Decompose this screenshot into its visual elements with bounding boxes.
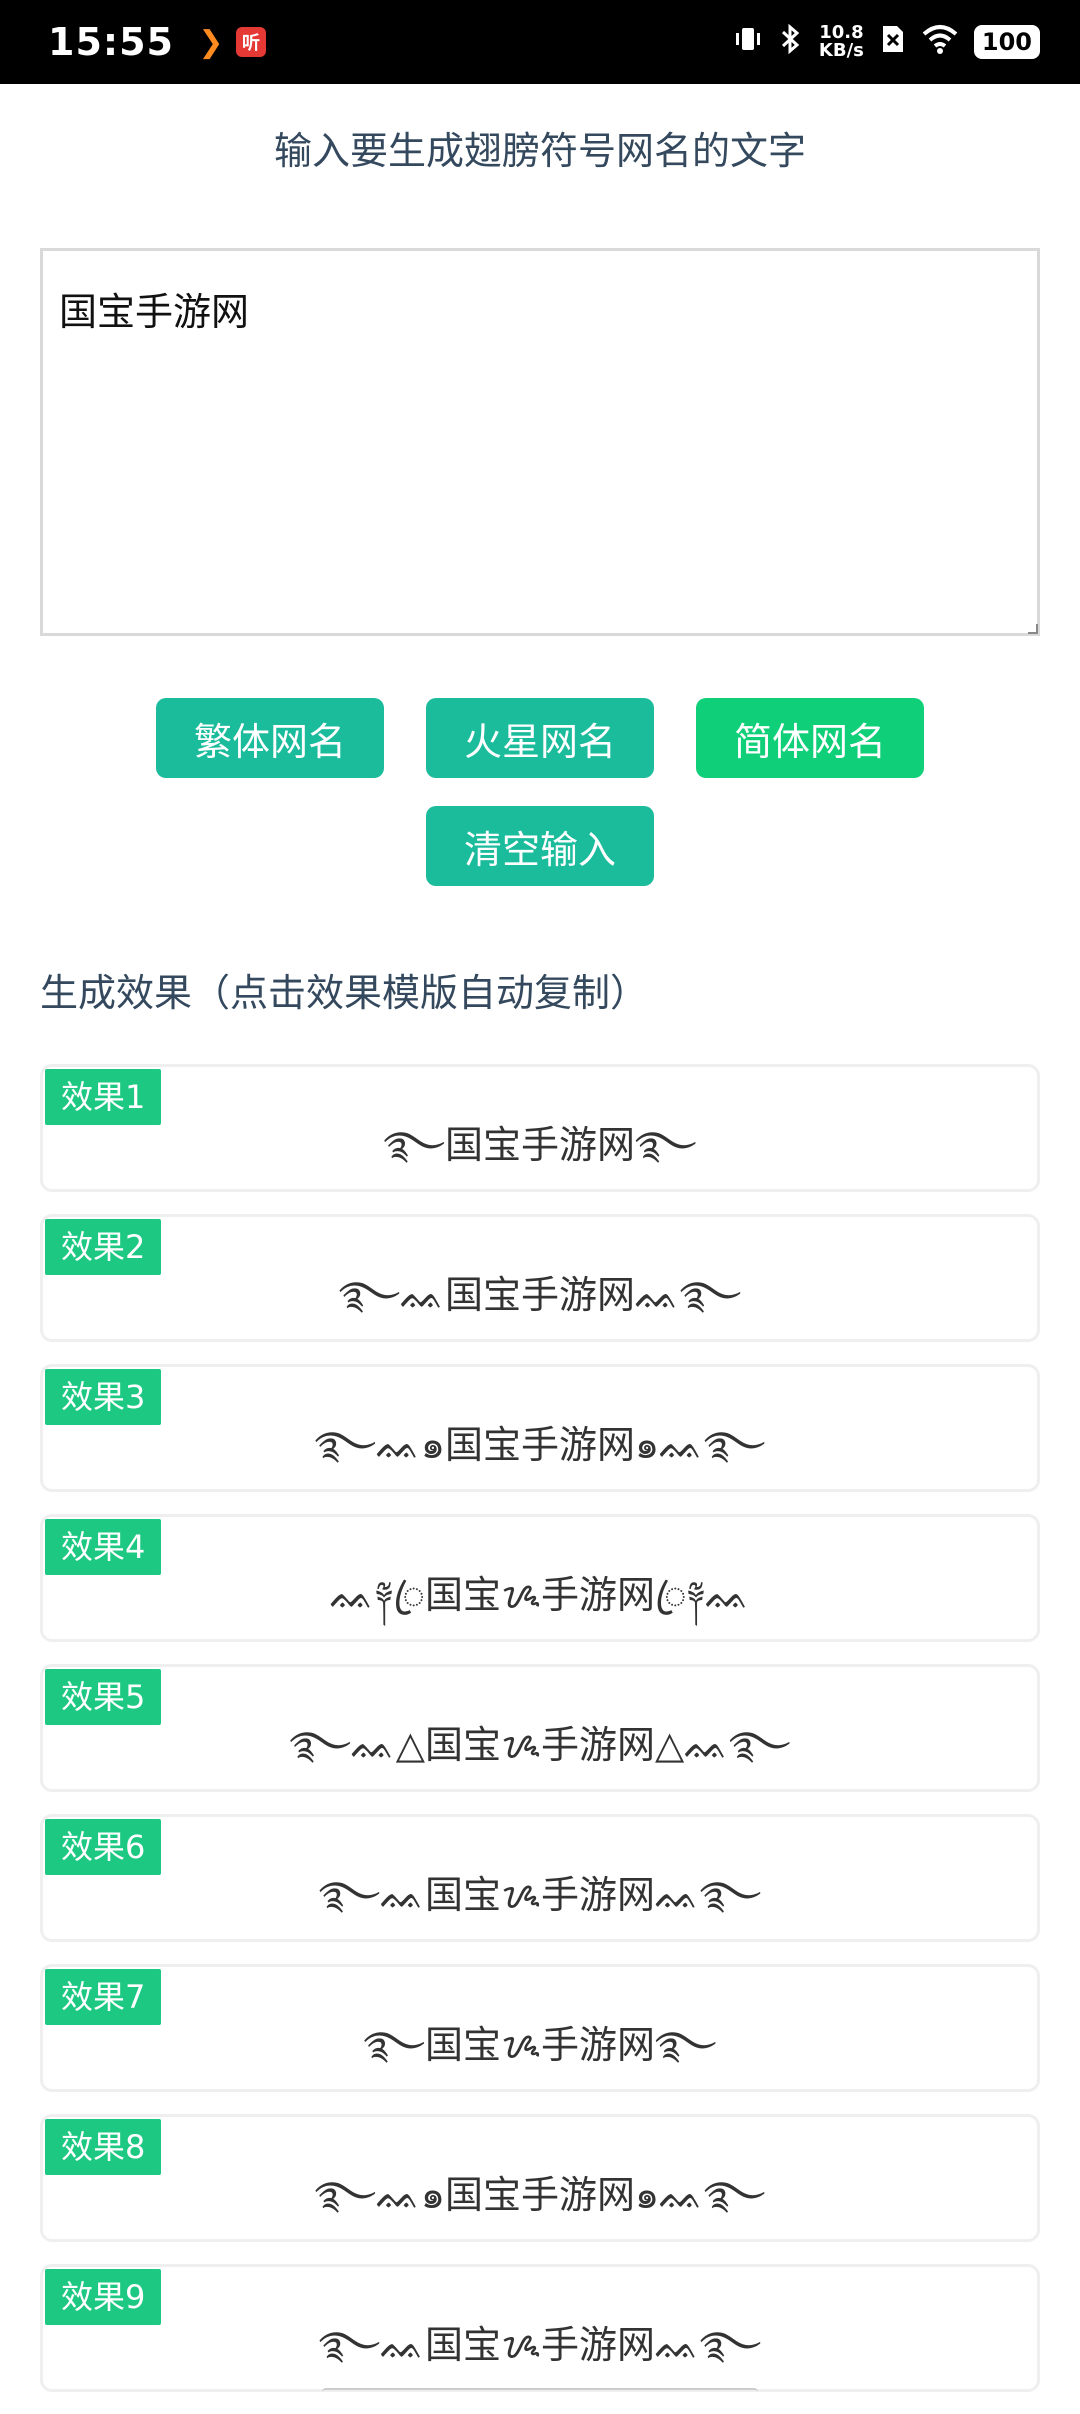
result-text[interactable]: ࿐ᨐ๑国宝手游网๑ᨐ࿐	[43, 1403, 1037, 1510]
results-section-label: 生成效果（点击效果模版自动复制）	[40, 971, 649, 1015]
traditional-name-button[interactable]: 繁体网名	[156, 698, 384, 778]
simplified-name-button[interactable]: 简体网名	[696, 698, 924, 778]
result-card-4[interactable]: 效果4 ᨐ༈ꦿ国宝ᝰ手游网ꦿ༈ᨐ	[40, 1514, 1040, 1642]
status-time: 15:55	[48, 20, 174, 64]
result-card-9[interactable]: 效果9 ࿐ᨐ国宝ᝰ手游网ᨐ࿐	[40, 2264, 1040, 2392]
mars-name-button[interactable]: 火星网名	[426, 698, 654, 778]
result-card-5[interactable]: 效果5 ࿐ᨐ△国宝ᝰ手游网△ᨐ࿐	[40, 1664, 1040, 1792]
result-card-1[interactable]: 效果1 ࿐国宝手游网࿐	[40, 1064, 1040, 1192]
bluetooth-icon	[779, 23, 803, 62]
results-list: 效果1 ࿐国宝手游网࿐ 效果2 ࿐ᨐ国宝手游网ᨐ࿐ 效果3 ࿐ᨐ๑国宝手游网๑ᨐ…	[40, 1064, 1040, 2414]
page-title: 输入要生成翅膀符号网名的文字	[273, 129, 806, 173]
status-right: 10.8 KB/s 100	[733, 23, 1040, 62]
result-text[interactable]: ࿐ᨐ国宝ᝰ手游网ᨐ࿐	[43, 1853, 1037, 1960]
resize-handle[interactable]	[1028, 624, 1038, 634]
vibrate-icon	[733, 24, 763, 61]
wifi-icon	[922, 24, 958, 61]
result-text[interactable]: ࿐国宝手游网࿐	[43, 1103, 1037, 1210]
result-card-8[interactable]: 效果8 ࿐ᨐ๑国宝手游网๑ᨐ࿐	[40, 2114, 1040, 2242]
battery-indicator: 100	[973, 25, 1040, 59]
app-notification-icon: ❯	[198, 24, 224, 60]
clear-button-row: 清空输入	[0, 806, 1080, 886]
result-card-6[interactable]: 效果6 ࿐ᨐ国宝ᝰ手游网ᨐ࿐	[40, 1814, 1040, 1942]
result-card-7[interactable]: 效果7 ࿐国宝ᝰ手游网࿐	[40, 1964, 1040, 2092]
name-input[interactable]: 国宝手游网	[40, 248, 1040, 636]
status-bar: 15:55 ❯ 听 10.8 KB/s 100	[0, 0, 1080, 84]
listen-app-icon: 听	[235, 27, 266, 57]
result-text[interactable]: ࿐ᨐ△国宝ᝰ手游网△ᨐ࿐	[43, 1703, 1037, 1810]
result-text[interactable]: ࿐ᨐ๑国宝手游网๑ᨐ࿐	[43, 2153, 1037, 2260]
result-card-3[interactable]: 效果3 ࿐ᨐ๑国宝手游网๑ᨐ࿐	[40, 1364, 1040, 1492]
result-text[interactable]: ࿐国宝ᝰ手游网࿐	[43, 2003, 1037, 2110]
result-card-2[interactable]: 效果2 ࿐ᨐ国宝手游网ᨐ࿐	[40, 1214, 1040, 1342]
speed-unit: KB/s	[818, 40, 864, 61]
sim-off-icon	[880, 23, 906, 62]
result-text[interactable]: ᨐ༈ꦿ国宝ᝰ手游网ꦿ༈ᨐ	[43, 1553, 1037, 1660]
clear-input-button[interactable]: 清空输入	[426, 806, 654, 886]
status-app-icons: ❯ 听	[196, 24, 266, 60]
network-speed: 10.8 KB/s	[819, 24, 864, 60]
bottom-scroll-indicator	[322, 2388, 758, 2398]
convert-buttons-row: 繁体网名 火星网名 简体网名	[0, 698, 1080, 778]
result-text[interactable]: ࿐ᨐ国宝手游网ᨐ࿐	[43, 1253, 1037, 1360]
